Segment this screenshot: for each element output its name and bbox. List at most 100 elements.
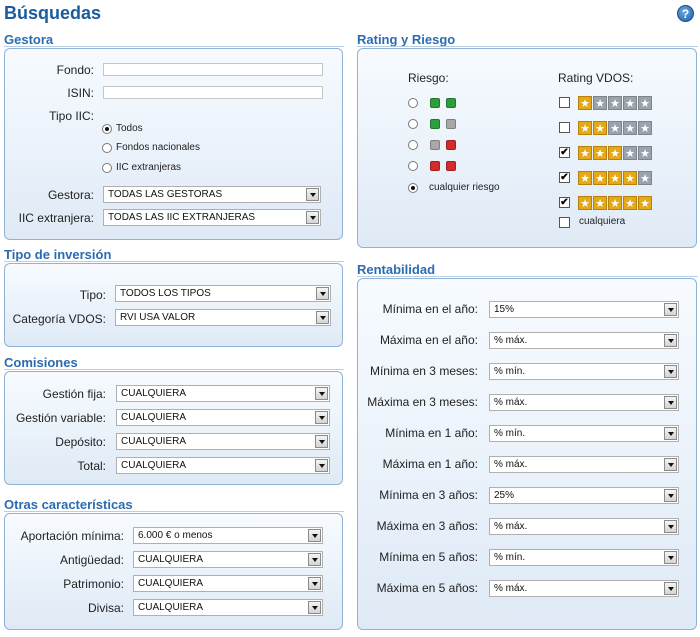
fondo-label: Fondo:	[56, 63, 94, 77]
aportacion-minima-select[interactable]: 6.000 € o menos	[133, 527, 323, 544]
chevron-down-icon[interactable]	[308, 577, 321, 590]
patrimonio-select[interactable]: CUALQUIERA	[133, 575, 323, 592]
section-title-gestora: Gestora	[4, 32, 54, 47]
star-icon: ★	[623, 196, 637, 210]
comision-gestion-fija-select[interactable]: CUALQUIERA	[116, 385, 330, 402]
chevron-down-icon[interactable]	[306, 188, 319, 201]
rentabilidad-select[interactable]: % máx.	[489, 332, 679, 349]
comision-label: Depósito:	[55, 435, 106, 449]
riesgo-radio[interactable]	[408, 161, 418, 171]
star-icon: ★	[593, 121, 607, 135]
section-title-tipo-inversion: Tipo de inversión	[4, 247, 112, 262]
gestora-label: Gestora:	[47, 188, 94, 202]
star-icon: ★	[623, 96, 637, 110]
section-divider	[357, 46, 698, 47]
rentabilidad-label: Máxima en 3 meses:	[367, 395, 478, 409]
rentabilidad-select[interactable]: % mín.	[489, 363, 679, 380]
section-divider	[4, 369, 344, 370]
iic-extranjera-label: IIC extranjera:	[18, 211, 94, 225]
categoria-select[interactable]: RVI USA VALOR	[115, 309, 331, 326]
tipo-select[interactable]: TODOS LOS TIPOS	[115, 285, 331, 302]
gestora-select[interactable]: TODAS LAS GESTORAS	[103, 186, 321, 203]
rating-stars: ★ ★ ★ ★ ★	[578, 121, 652, 135]
tipo-select-value: TODOS LOS TIPOS	[120, 288, 211, 299]
star-icon: ★	[608, 146, 622, 160]
riesgo-radio[interactable]	[408, 119, 418, 129]
star-icon: ★	[578, 146, 592, 160]
chevron-down-icon[interactable]	[315, 435, 328, 448]
riesgo-level-swatch	[430, 140, 440, 150]
rentabilidad-select[interactable]: 15%	[489, 301, 679, 318]
antiguedad-select[interactable]: CUALQUIERA	[133, 551, 323, 568]
rating-checkbox[interactable]	[559, 97, 570, 108]
chevron-down-icon[interactable]	[664, 520, 677, 533]
section-title-rentabilidad: Rentabilidad	[357, 262, 436, 277]
categoria-label: Categoría VDOS:	[12, 312, 106, 326]
isin-input[interactable]	[103, 86, 323, 99]
chevron-down-icon[interactable]	[308, 553, 321, 566]
rating-vdos-label: Rating VDOS:	[558, 71, 634, 85]
star-icon: ★	[623, 121, 637, 135]
rentabilidad-label: Máxima en 3 años:	[376, 519, 478, 533]
comision-deposito-select[interactable]: CUALQUIERA	[116, 433, 330, 450]
tipo-iic-radio-todos[interactable]	[102, 124, 112, 134]
comision-gestion-variable-select[interactable]: CUALQUIERA	[116, 409, 330, 426]
chevron-down-icon[interactable]	[316, 311, 329, 324]
chevron-down-icon[interactable]	[664, 303, 677, 316]
gestora-select-value: TODAS LAS GESTORAS	[108, 189, 223, 200]
rentabilidad-select[interactable]: % mín.	[489, 425, 679, 442]
chevron-down-icon[interactable]	[664, 582, 677, 595]
select-value: % mín.	[494, 552, 526, 563]
rentabilidad-label: Mínima en el año:	[382, 302, 478, 316]
select-value: % máx.	[494, 397, 528, 408]
rating-stars: ★ ★ ★ ★ ★	[578, 196, 652, 210]
comision-total-select[interactable]: CUALQUIERA	[116, 457, 330, 474]
chevron-down-icon[interactable]	[664, 334, 677, 347]
rentabilidad-select[interactable]: % máx.	[489, 580, 679, 597]
rating-checkbox[interactable]: ✔	[559, 147, 570, 158]
rentabilidad-select[interactable]: % máx.	[489, 394, 679, 411]
chevron-down-icon[interactable]	[308, 601, 321, 614]
chevron-down-icon[interactable]	[664, 427, 677, 440]
chevron-down-icon[interactable]	[664, 489, 677, 502]
rating-checkbox[interactable]: ✔	[559, 197, 570, 208]
chevron-down-icon[interactable]	[664, 551, 677, 564]
chevron-down-icon[interactable]	[308, 529, 321, 542]
fondo-input[interactable]	[103, 63, 323, 76]
riesgo-radio[interactable]	[408, 98, 418, 108]
iic-extranjera-select[interactable]: TODAS LAS IIC EXTRANJERAS	[103, 209, 321, 226]
section-title-comisiones: Comisiones	[4, 355, 78, 370]
rating-checkbox[interactable]: ✔	[559, 172, 570, 183]
chevron-down-icon[interactable]	[664, 365, 677, 378]
rating-stars: ★ ★ ★ ★ ★	[578, 171, 652, 185]
chevron-down-icon[interactable]	[306, 211, 319, 224]
star-icon: ★	[608, 121, 622, 135]
rentabilidad-select[interactable]: % mín.	[489, 549, 679, 566]
help-icon[interactable]: ?	[677, 5, 694, 22]
select-value: CUALQUIERA	[121, 388, 187, 399]
divisa-select[interactable]: CUALQUIERA	[133, 599, 323, 616]
rating-stars: ★ ★ ★ ★ ★	[578, 146, 652, 160]
section-divider	[4, 511, 344, 512]
page-title: Búsquedas	[4, 3, 102, 23]
select-value: 6.000 € o menos	[138, 530, 213, 541]
section-divider	[4, 46, 344, 47]
riesgo-radio-any[interactable]	[408, 183, 418, 193]
riesgo-radio[interactable]	[408, 140, 418, 150]
tipo-iic-radio-nacionales[interactable]	[102, 143, 112, 153]
rentabilidad-select[interactable]: % máx.	[489, 456, 679, 473]
select-value: CUALQUIERA	[121, 436, 187, 447]
rentabilidad-select[interactable]: % máx.	[489, 518, 679, 535]
chevron-down-icon[interactable]	[664, 458, 677, 471]
riesgo-level-swatch	[446, 119, 456, 129]
chevron-down-icon[interactable]	[315, 459, 328, 472]
chevron-down-icon[interactable]	[315, 387, 328, 400]
chevron-down-icon[interactable]	[316, 287, 329, 300]
select-value: CUALQUIERA	[121, 460, 187, 471]
chevron-down-icon[interactable]	[315, 411, 328, 424]
rating-any-checkbox[interactable]	[559, 217, 570, 228]
tipo-iic-radio-extranjeras[interactable]	[102, 163, 112, 173]
rentabilidad-select[interactable]: 25%	[489, 487, 679, 504]
rating-checkbox[interactable]	[559, 122, 570, 133]
chevron-down-icon[interactable]	[664, 396, 677, 409]
